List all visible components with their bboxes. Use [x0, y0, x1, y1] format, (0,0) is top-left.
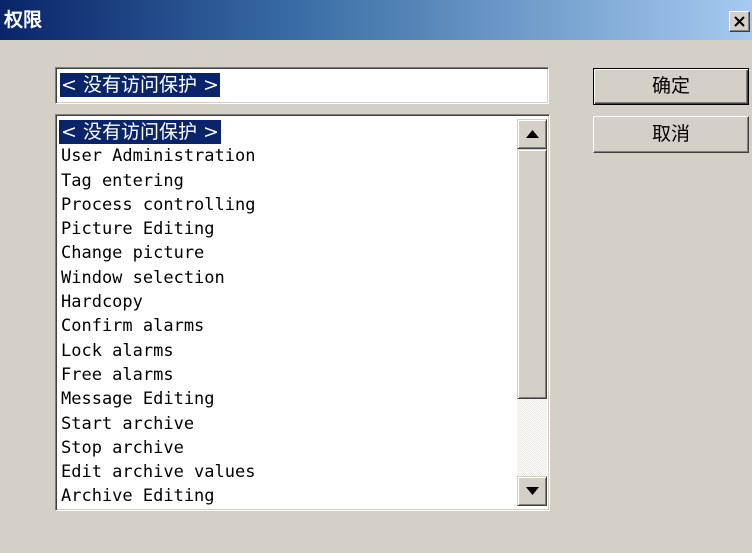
- arrow-down-icon: [526, 487, 539, 495]
- close-button[interactable]: [729, 11, 750, 32]
- list-item[interactable]: Process controlling: [59, 193, 515, 217]
- list-item-selected[interactable]: < 没有访问保护 >: [59, 120, 221, 145]
- list-item[interactable]: Stop archive: [59, 436, 515, 460]
- list-item[interactable]: Start archive: [59, 412, 515, 436]
- selected-permission-field[interactable]: < 没有访问保护 >: [55, 67, 549, 104]
- selected-permission-value: < 没有访问保护 >: [60, 73, 220, 97]
- list-item[interactable]: Confirm alarms: [59, 314, 515, 338]
- arrow-up-icon: [526, 130, 539, 138]
- list-item[interactable]: Tag entering: [59, 169, 515, 193]
- list-item[interactable]: Hardcopy: [59, 290, 515, 314]
- ok-button[interactable]: 确定: [593, 68, 749, 105]
- scroll-thumb[interactable]: [517, 149, 547, 399]
- list-item[interactable]: Window selection: [59, 266, 515, 290]
- list-item[interactable]: Free alarms: [59, 363, 515, 387]
- list-item[interactable]: Archive Editing: [59, 484, 515, 508]
- scroll-down-button[interactable]: [517, 476, 547, 506]
- title-bar: 权限: [0, 0, 752, 40]
- permission-list-items: < 没有访问保护 > User Administration Tag enterin…: [59, 120, 515, 510]
- list-item[interactable]: Picture Editing: [59, 217, 515, 241]
- list-item[interactable]: Message Editing: [59, 387, 515, 411]
- cancel-button[interactable]: 取消: [593, 116, 749, 153]
- permission-list[interactable]: < 没有访问保护 > User Administration Tag enterin…: [55, 114, 550, 511]
- list-item[interactable]: Lock alarms: [59, 339, 515, 363]
- list-scrollbar[interactable]: [517, 119, 547, 506]
- window-title: 权限: [4, 9, 43, 31]
- list-item[interactable]: Edit archive values: [59, 460, 515, 484]
- list-item[interactable]: Change picture: [59, 241, 515, 265]
- close-icon: [734, 16, 745, 27]
- scroll-up-button[interactable]: [517, 119, 547, 149]
- permissions-dialog: 权限 < 没有访问保护 > 确定 取消 < 没有访问保护 > User Admin…: [0, 0, 752, 553]
- list-item[interactable]: User Administration: [59, 144, 515, 168]
- list-item[interactable]: Action Editing: [59, 509, 515, 510]
